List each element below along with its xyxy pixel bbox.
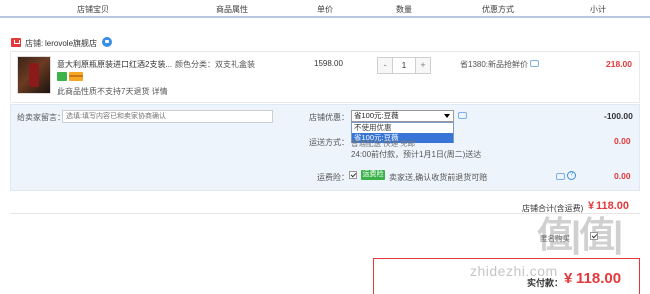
credit-card-badge-icon	[69, 72, 83, 81]
memo-label: 给卖家留言：	[17, 113, 65, 122]
product-title-link[interactable]: 意大利原瓶原装进口红酒2支装...	[57, 59, 172, 70]
dropdown-arrow-icon	[444, 114, 450, 118]
insurance-tag: 运费险	[361, 170, 385, 180]
quantity-plus-button[interactable]: +	[416, 58, 430, 73]
col-attribute: 商品属性	[216, 5, 248, 14]
coupon-option-none[interactable]: 不使用优惠	[352, 123, 453, 133]
seller-memo-input[interactable]	[62, 110, 273, 123]
quantity-input[interactable]: 1	[392, 58, 416, 73]
col-subtotal: 小计	[590, 5, 606, 14]
col-unit-price: 单价	[317, 5, 333, 14]
return-policy-note[interactable]: 此商品性质不支持7天退货 详情	[57, 86, 168, 97]
shop-total-currency: ¥	[588, 200, 595, 212]
shipping-amount: 0.00	[614, 136, 631, 146]
shipping-label: 运送方式：	[309, 138, 349, 147]
help-icon[interactable]: ?	[567, 171, 576, 180]
insurance-checkbox[interactable]	[349, 171, 357, 179]
anonymous-label: 匿名购买	[540, 234, 570, 243]
shipping-method: 普通配送 快递 免邮	[351, 139, 416, 148]
quantity-minus-button[interactable]: -	[378, 58, 392, 73]
promotion-info-icon[interactable]	[530, 60, 539, 67]
quantity-stepper: - 1 +	[377, 57, 431, 74]
product-attribute: 颜色分类：双支礼盒装	[175, 60, 255, 69]
insurance-label: 运费险：	[317, 173, 349, 182]
coupon-amount: -100.00	[604, 111, 633, 121]
shop-coupon-select[interactable]: 省100元:豆薇	[351, 110, 454, 122]
col-discount: 优惠方式	[482, 5, 514, 14]
chat-bubble-icon[interactable]	[102, 37, 112, 47]
anonymous-checkbox[interactable]	[590, 232, 598, 240]
shop-name-link[interactable]: lerovole旗舰店	[45, 38, 97, 49]
pay-currency: ¥	[564, 270, 573, 287]
cart-header: 店铺宝贝 商品属性 单价 数量 优惠方式 小计	[0, 0, 650, 18]
promotion-text: 省1380:新品抢鲜价	[460, 60, 529, 69]
unit-price: 1598.00	[314, 59, 343, 68]
coupon-selected-value: 省100元:豆薇	[354, 111, 399, 120]
shipping-eta: 24:00前付款，预计1月1日(周二)送达	[351, 150, 482, 159]
insurance-amount: 0.00	[614, 171, 631, 181]
col-shop-item: 店铺宝贝	[77, 5, 109, 14]
shop-total-value: 118.00	[596, 200, 630, 212]
pay-value: 118.00	[576, 270, 622, 287]
shop-icon	[11, 38, 21, 47]
insurance-text: 卖家送,确认收货前退货可赔	[389, 173, 488, 182]
item-subtotal: 218.00	[606, 59, 632, 69]
pay-label: 实付款：	[527, 278, 564, 288]
product-thumbnail[interactable]	[17, 56, 51, 94]
col-quantity: 数量	[396, 5, 412, 14]
coupon-label: 店铺优惠：	[309, 113, 349, 122]
coupon-info-icon[interactable]	[458, 112, 467, 119]
guarantee-badge-icon	[57, 72, 67, 81]
shop-label: 店铺:	[25, 39, 44, 48]
insurance-chat-icon[interactable]	[556, 173, 565, 180]
